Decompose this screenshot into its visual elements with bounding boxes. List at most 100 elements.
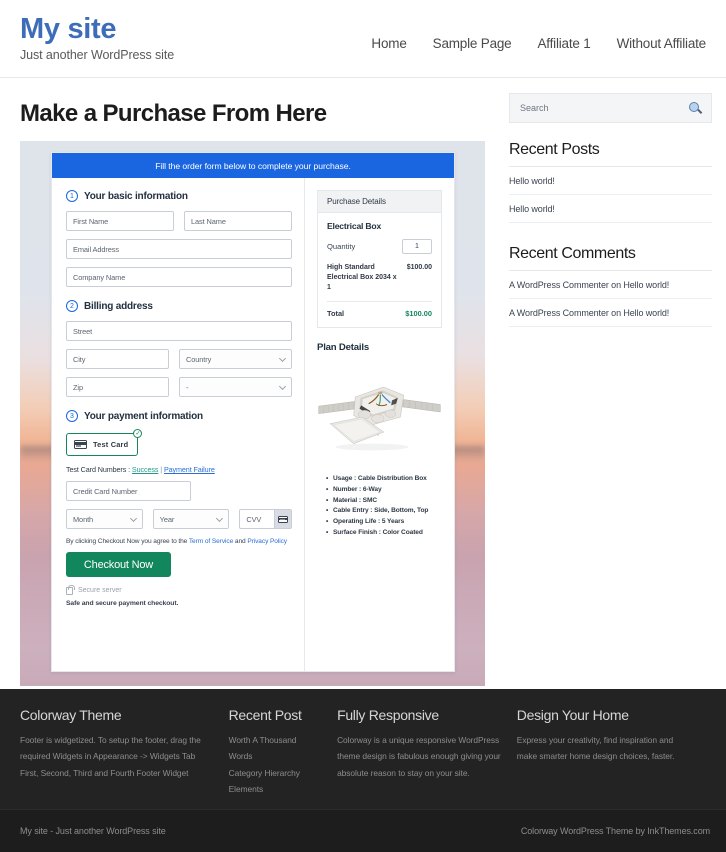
step-2-number: 2 — [66, 300, 78, 312]
list-item[interactable]: Category Hierarchy — [229, 765, 321, 781]
nav-item-home[interactable]: Home — [371, 36, 406, 51]
total-label: Total — [327, 309, 345, 319]
primary-navigation[interactable]: Home Sample Page Affiliate 1 Without Aff… — [371, 10, 712, 51]
zip-input[interactable]: Zip — [66, 377, 169, 397]
site-title[interactable]: My site — [20, 14, 174, 45]
checkout-now-button[interactable]: Checkout Now — [66, 552, 171, 577]
plan-bullet-usage: Usage : Cable Distribution Box — [326, 474, 442, 485]
footer-column-design-your-home: Design Your Home Express your creativity… — [517, 707, 710, 809]
list-item[interactable]: A WordPress Commenter on Hello world! — [509, 299, 712, 327]
agree-prefix: By clicking Checkout Now you agree to th… — [66, 538, 189, 545]
secure-server-label: Secure server — [78, 586, 122, 594]
footer-text: Colorway is a unique responsive WordPres… — [337, 735, 501, 778]
footer-text: Express your creativity, find inspiratio… — [516, 735, 675, 762]
site-branding[interactable]: My site Just another WordPress site — [20, 10, 175, 63]
recent-comments-title: Recent Comments — [509, 245, 712, 271]
step-1-header: 1 Your basic information — [66, 190, 292, 202]
chevron-down-icon — [129, 514, 137, 523]
list-item[interactable]: Elements — [229, 781, 321, 797]
step-2-header: 2 Billing address — [66, 300, 292, 312]
site-tagline: Just another WordPress site — [20, 48, 175, 63]
site-header: My site Just another WordPress site Home… — [0, 0, 726, 78]
footer-credit[interactable]: Colorway WordPress Theme by InkThemes.co… — [521, 826, 710, 836]
secure-server-row: Secure server — [66, 584, 292, 595]
city-country-row: City Country — [66, 349, 292, 369]
plan-details-heading: Plan Details — [317, 342, 369, 354]
recent-posts-list: Hello world! Hello world! — [509, 167, 712, 223]
link-payment-failure[interactable]: Payment Failure — [164, 465, 215, 474]
footer-column-recent-post: Recent Post Worth A Thousand Words Categ… — [229, 707, 337, 809]
footer-recent-post-list: Worth A Thousand Words Category Hierarch… — [229, 732, 321, 798]
expiry-month-value: Month — [73, 514, 94, 524]
plan-bullet-number: Number : 6-Way — [326, 485, 442, 496]
zip-state-row: Zip - — [66, 377, 292, 397]
recent-posts-title: Recent Posts — [509, 141, 712, 167]
first-name-input[interactable]: First Name — [66, 211, 174, 231]
test-card-option[interactable]: Test Card ✓ — [66, 429, 143, 456]
sidebar: Search Recent Posts Hello world! Hello w… — [509, 78, 712, 686]
test-card-chip[interactable]: Test Card — [66, 433, 139, 456]
chevron-down-icon — [216, 514, 224, 523]
search-icon[interactable] — [689, 102, 701, 114]
step-1-number: 1 — [66, 190, 78, 202]
company-input[interactable]: Company Name — [66, 267, 292, 287]
cvv-field-group: CVV — [239, 509, 293, 529]
list-item[interactable]: Hello world! — [509, 195, 712, 223]
state-select[interactable]: - — [179, 377, 292, 397]
street-row: Street — [66, 321, 292, 341]
quantity-input[interactable]: 1 — [402, 239, 432, 254]
credit-card-icon — [74, 440, 87, 449]
checkout-body: 1 Your basic information First Name Last… — [52, 178, 454, 671]
link-success[interactable]: Success — [132, 465, 159, 474]
checkout-form-screenshot: Fill the order form below to complete yo… — [20, 141, 485, 686]
list-item[interactable]: Worth A Thousand Words — [229, 732, 321, 765]
link-term-of-service[interactable]: Term of Service — [189, 538, 233, 545]
test-card-numbers-prefix: Test Card Numbers : — [66, 465, 132, 474]
expiry-year-select[interactable]: Year — [152, 509, 230, 529]
credit-card-number-input[interactable]: Credit Card Number — [66, 481, 191, 501]
footer-copyright: My site - Just another WordPress site — [20, 826, 166, 836]
quantity-row: Quantity 1 — [327, 239, 432, 254]
product-image — [317, 358, 442, 466]
step-1-title: Your basic information — [84, 190, 188, 202]
search-input[interactable]: Search — [520, 103, 549, 113]
footer-column-fully-responsive: Fully Responsive Colorway is a unique re… — [337, 707, 517, 809]
street-input[interactable]: Street — [66, 321, 292, 341]
checkout-summary-column: Purchase Details Electrical Box Quantity… — [305, 178, 454, 671]
country-select[interactable]: Country — [179, 349, 292, 369]
search-widget[interactable]: Search — [509, 93, 712, 123]
city-input[interactable]: City — [66, 349, 169, 369]
email-input[interactable]: Email Address — [66, 239, 292, 259]
nav-item-sample-page[interactable]: Sample Page — [433, 36, 512, 51]
chevron-down-icon — [278, 354, 287, 363]
terms-agreement-text: By clicking Checkout Now you agree to th… — [66, 538, 292, 545]
purchase-details-box: Purchase Details Electrical Box Quantity… — [317, 190, 442, 329]
step-3-number: 3 — [66, 410, 78, 422]
plan-bullet-cable-entry: Cable Entry : Side, Bottom, Top — [326, 506, 442, 517]
line-item-amount: $100.00 — [406, 264, 432, 271]
plan-details-bullets: Usage : Cable Distribution Box Number : … — [317, 474, 442, 538]
nav-item-affiliate-1[interactable]: Affiliate 1 — [538, 36, 591, 51]
plan-bullet-surface-finish: Surface Finish : Color Coated — [326, 528, 442, 539]
list-item[interactable]: A WordPress Commenter on Hello world! — [509, 271, 712, 299]
nav-item-without-affiliate[interactable]: Without Affiliate — [617, 36, 707, 51]
name-row: First Name Last Name — [66, 211, 292, 231]
last-name-input[interactable]: Last Name — [184, 211, 292, 231]
content-column: Make a Purchase From Here Fill the order… — [20, 78, 485, 686]
page-body: Make a Purchase From Here Fill the order… — [0, 78, 726, 686]
step-2-title: Billing address — [84, 300, 153, 312]
footer-title: Design Your Home — [516, 707, 629, 723]
footer-title: Colorway Theme — [20, 707, 122, 723]
cvv-help-button[interactable] — [274, 510, 292, 528]
link-privacy-policy[interactable]: Privacy Policy — [247, 538, 287, 545]
expiry-cvv-row: Month Year CVV — [66, 509, 293, 529]
state-select-value: - — [186, 382, 189, 392]
chevron-down-icon — [278, 382, 287, 391]
test-card-numbers-note: Test Card Numbers : Success | Payment Fa… — [66, 465, 292, 474]
purchase-details-body: Electrical Box Quantity 1 High Standard … — [318, 213, 441, 327]
widget-spacer — [509, 223, 712, 245]
page-title: Make a Purchase From Here — [20, 100, 327, 127]
list-item[interactable]: Hello world! — [509, 167, 712, 195]
test-card-label: Test Card — [93, 440, 129, 449]
expiry-month-select[interactable]: Month — [66, 509, 143, 529]
